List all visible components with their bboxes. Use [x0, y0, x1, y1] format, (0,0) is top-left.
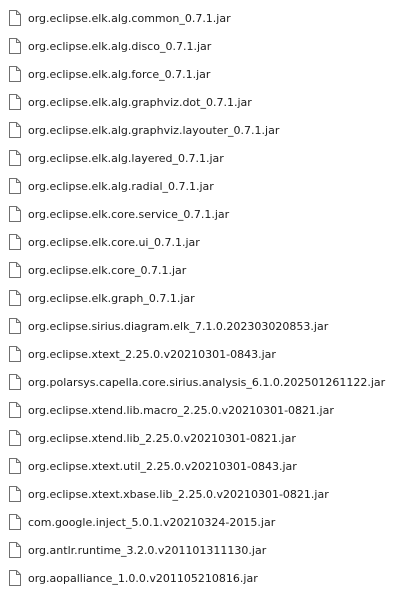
- file-icon: [9, 402, 21, 418]
- file-name: com.google.inject_5.0.1.v20210324-2015.j…: [28, 515, 276, 529]
- file-name: org.aopalliance_1.0.0.v201105210816.jar: [28, 571, 258, 585]
- file-name: org.eclipse.elk.alg.common_0.7.1.jar: [28, 11, 231, 25]
- file-icon: [9, 290, 21, 306]
- file-icon: [9, 318, 21, 334]
- file-list-item[interactable]: org.eclipse.elk.alg.graphviz.layouter_0.…: [0, 116, 405, 144]
- file-list-item[interactable]: org.eclipse.elk.alg.graphviz.dot_0.7.1.j…: [0, 88, 405, 116]
- file-icon: [9, 66, 21, 82]
- file-list-item[interactable]: org.eclipse.elk.alg.radial_0.7.1.jar: [0, 172, 405, 200]
- file-icon: [9, 430, 21, 446]
- file-list-item[interactable]: com.google.inject_5.0.1.v20210324-2015.j…: [0, 508, 405, 536]
- file-list-item[interactable]: org.eclipse.xtend.lib.macro_2.25.0.v2021…: [0, 396, 405, 424]
- file-icon: [9, 486, 21, 502]
- file-name: org.eclipse.xtend.lib_2.25.0.v20210301-0…: [28, 431, 296, 445]
- file-icon: [9, 206, 21, 222]
- file-name: org.eclipse.elk.alg.force_0.7.1.jar: [28, 67, 211, 81]
- file-icon: [9, 570, 21, 586]
- file-name: org.eclipse.elk.alg.disco_0.7.1.jar: [28, 39, 212, 53]
- file-list-item[interactable]: org.eclipse.xtext.xbase.lib_2.25.0.v2021…: [0, 480, 405, 508]
- file-name: org.eclipse.elk.core.ui_0.7.1.jar: [28, 235, 200, 249]
- file-list: org.eclipse.elk.alg.common_0.7.1.jar org…: [0, 0, 405, 596]
- file-name: org.eclipse.xtext_2.25.0.v20210301-0843.…: [28, 347, 276, 361]
- file-icon: [9, 178, 21, 194]
- file-list-item[interactable]: org.eclipse.xtext.util_2.25.0.v20210301-…: [0, 452, 405, 480]
- file-name: org.eclipse.xtext.util_2.25.0.v20210301-…: [28, 459, 297, 473]
- file-list-item[interactable]: org.eclipse.elk.alg.disco_0.7.1.jar: [0, 32, 405, 60]
- file-icon: [9, 514, 21, 530]
- file-name: org.eclipse.sirius.diagram.elk_7.1.0.202…: [28, 319, 329, 333]
- file-name: org.polarsys.capella.core.sirius.analysi…: [28, 375, 386, 389]
- file-list-item[interactable]: org.eclipse.xtend.lib_2.25.0.v20210301-0…: [0, 424, 405, 452]
- file-list-item[interactable]: org.eclipse.elk.graph_0.7.1.jar: [0, 284, 405, 312]
- file-list-item[interactable]: org.eclipse.elk.alg.layered_0.7.1.jar: [0, 144, 405, 172]
- file-icon: [9, 150, 21, 166]
- file-name: org.antlr.runtime_3.2.0.v201101311130.ja…: [28, 543, 267, 557]
- file-icon: [9, 458, 21, 474]
- file-name: org.eclipse.elk.alg.graphviz.dot_0.7.1.j…: [28, 95, 252, 109]
- file-icon: [9, 542, 21, 558]
- file-list-item[interactable]: org.eclipse.xtext_2.25.0.v20210301-0843.…: [0, 340, 405, 368]
- file-list-item[interactable]: org.polarsys.capella.core.sirius.analysi…: [0, 368, 405, 396]
- file-list-item[interactable]: org.eclipse.elk.alg.common_0.7.1.jar: [0, 4, 405, 32]
- file-name: org.eclipse.elk.alg.layered_0.7.1.jar: [28, 151, 224, 165]
- file-icon: [9, 374, 21, 390]
- file-name: org.eclipse.xtend.lib.macro_2.25.0.v2021…: [28, 403, 334, 417]
- file-icon: [9, 94, 21, 110]
- file-list-item[interactable]: org.eclipse.elk.core_0.7.1.jar: [0, 256, 405, 284]
- file-name: org.eclipse.elk.core_0.7.1.jar: [28, 263, 187, 277]
- file-list-item[interactable]: org.antlr.runtime_3.2.0.v201101311130.ja…: [0, 536, 405, 564]
- file-list-item[interactable]: org.eclipse.elk.alg.force_0.7.1.jar: [0, 60, 405, 88]
- file-list-item[interactable]: org.eclipse.sirius.diagram.elk_7.1.0.202…: [0, 312, 405, 340]
- file-icon: [9, 122, 21, 138]
- file-icon: [9, 38, 21, 54]
- file-list-item[interactable]: org.aopalliance_1.0.0.v201105210816.jar: [0, 564, 405, 592]
- file-icon: [9, 262, 21, 278]
- file-icon: [9, 10, 21, 26]
- file-list-item[interactable]: org.eclipse.elk.core.ui_0.7.1.jar: [0, 228, 405, 256]
- file-name: org.eclipse.xtext.xbase.lib_2.25.0.v2021…: [28, 487, 329, 501]
- file-name: org.eclipse.elk.graph_0.7.1.jar: [28, 291, 195, 305]
- file-name: org.eclipse.elk.alg.radial_0.7.1.jar: [28, 179, 214, 193]
- file-name: org.eclipse.elk.alg.graphviz.layouter_0.…: [28, 123, 280, 137]
- file-list-item[interactable]: org.eclipse.elk.core.service_0.7.1.jar: [0, 200, 405, 228]
- file-name: org.eclipse.elk.core.service_0.7.1.jar: [28, 207, 230, 221]
- file-icon: [9, 234, 21, 250]
- file-icon: [9, 346, 21, 362]
